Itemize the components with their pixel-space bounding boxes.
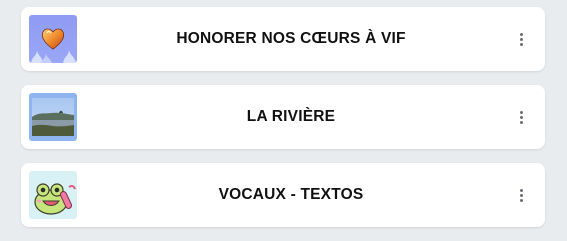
playlist-title: HONORER NOS CŒURS À VIF (176, 30, 406, 47)
frog-phone-thumbnail (29, 171, 77, 219)
playlist-title: LA RIVIÈRE (246, 108, 336, 125)
flaming-heart-icon (29, 15, 77, 63)
more-options-icon[interactable] (511, 103, 531, 131)
playlist-item[interactable]: VOCAUX - TEXTOS (21, 163, 545, 227)
more-options-icon[interactable] (511, 25, 531, 53)
flaming-heart-thumbnail (29, 15, 77, 63)
frog-phone-icon (29, 171, 77, 219)
playlist-item[interactable]: HONORER NOS CŒURS À VIF (21, 7, 545, 71)
more-options-icon[interactable] (511, 181, 531, 209)
playlist-item[interactable]: LA RIVIÈRE (21, 85, 545, 149)
river-thumbnail (29, 93, 77, 141)
playlist-title: VOCAUX - TEXTOS (218, 186, 364, 203)
river-landscape-icon (29, 93, 77, 141)
playlist-list: HONORER NOS CŒURS À VIF LA RIVIÈRE VOCAU… (21, 7, 545, 241)
